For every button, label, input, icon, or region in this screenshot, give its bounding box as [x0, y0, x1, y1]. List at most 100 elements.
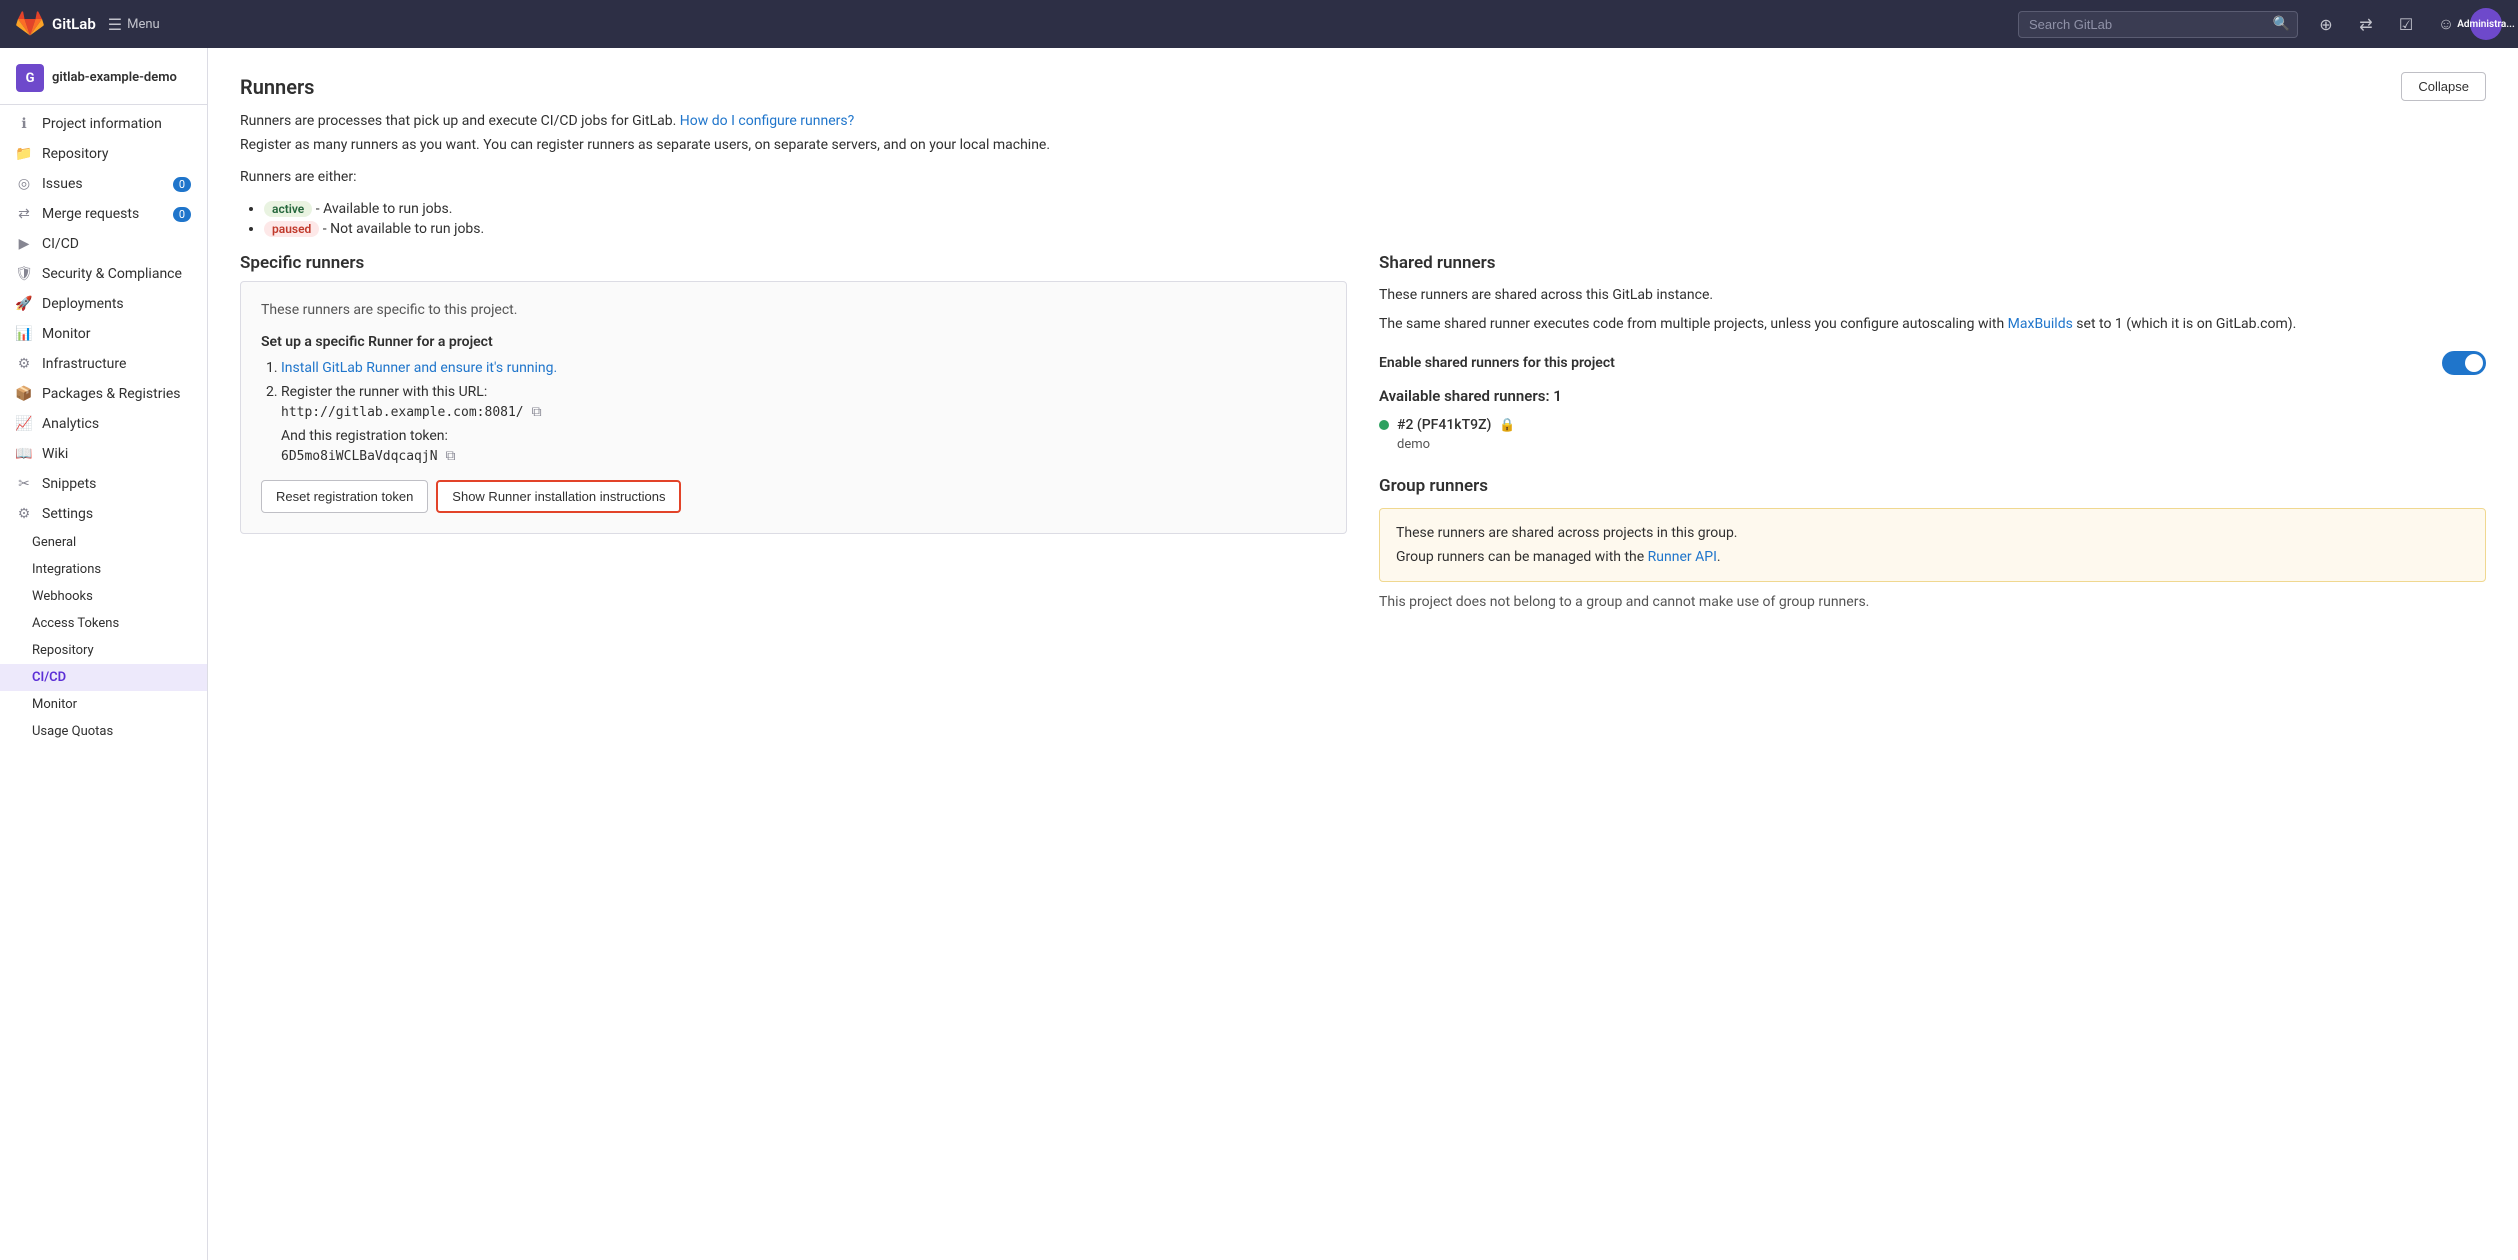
setup-title: Set up a specific Runner for a project	[261, 334, 1326, 350]
specific-runners-col: Specific runners These runners are speci…	[240, 253, 1347, 610]
sidebar-subitem-webhooks[interactable]: Webhooks	[0, 583, 207, 610]
repo-icon: 📁	[16, 146, 32, 162]
group-runners-box: These runners are shared across projects…	[1379, 508, 2486, 582]
topnav-icons: ⊕ ⇄ ☑ ☺ Administra...	[2310, 8, 2502, 40]
enable-shared-toggle[interactable]	[2442, 351, 2486, 375]
maxbuilds-link[interactable]: MaxBuilds	[2008, 316, 2073, 332]
available-runners-title: Available shared runners: 1	[1379, 387, 2486, 405]
issues-badge: 0	[173, 177, 191, 192]
sidebar-item-snippets[interactable]: ✂ Snippets	[0, 469, 207, 499]
specific-runners-box: These runners are specific to this proje…	[240, 281, 1347, 534]
sidebar-subitem-repository[interactable]: Repository	[0, 637, 207, 664]
shared-runners-desc1: These runners are shared across this Git…	[1379, 285, 2486, 306]
logo-text: GitLab	[52, 15, 96, 33]
plus-icon[interactable]: ⊕	[2310, 8, 2342, 40]
sidebar-item-issues[interactable]: ◎ Issues 0	[0, 169, 207, 199]
sidebar-item-monitor[interactable]: 📊 Monitor	[0, 319, 207, 349]
install-runner-link[interactable]: Install GitLab Runner and ensure it's ru…	[281, 360, 557, 376]
merge-badge: 0	[173, 207, 191, 222]
sidebar-item-deployments[interactable]: 🚀 Deployments	[0, 289, 207, 319]
runners-are-either: Runners are either:	[240, 169, 2486, 185]
main-content: Runners Collapse Runners are processes t…	[208, 48, 2518, 1260]
setup-step-2: Register the runner with this URL: http:…	[281, 384, 1326, 464]
specific-runners-title: Specific runners	[240, 253, 1347, 273]
topnav: GitLab ☰ Menu 🔍 ⊕ ⇄ ☑ ☺ Administra...	[0, 0, 2518, 48]
settings-nav-icon: ⚙	[16, 506, 32, 522]
copy-url-icon[interactable]: ⧉	[532, 404, 542, 420]
project-name: gitlab-example-demo	[52, 70, 177, 87]
paused-status-item: paused - Not available to run jobs.	[264, 221, 2486, 237]
search-wrap: 🔍	[2018, 11, 2298, 38]
active-badge: active	[264, 201, 312, 217]
runner-status-dot	[1379, 420, 1389, 430]
sidebar-item-analytics[interactable]: 📈 Analytics	[0, 409, 207, 439]
show-instructions-button[interactable]: Show Runner installation instructions	[436, 480, 681, 513]
runner-name: #2 (PF41kT9Z)	[1397, 417, 1491, 433]
registration-token: 6D5mo8iWCLBaVdqcaqjN	[281, 449, 438, 464]
gitlab-logo[interactable]: GitLab	[16, 10, 96, 38]
project-avatar: G	[16, 64, 44, 92]
sidebar-item-infrastructure[interactable]: ⚙ Infrastructure	[0, 349, 207, 379]
layout: G gitlab-example-demo ℹ Project informat…	[0, 48, 2518, 1260]
runner-item-1: #2 (PF41kT9Z) 🔒	[1379, 417, 2486, 433]
runner-url: http://gitlab.example.com:8081/	[281, 405, 524, 420]
runners-section: Runners Collapse Runners are processes t…	[240, 72, 2486, 610]
token-section: And this registration token: 6D5mo8iWCLB…	[281, 428, 1326, 464]
group-runners-text1: These runners are shared across projects…	[1396, 525, 2469, 541]
shared-runners-title: Shared runners	[1379, 253, 2486, 273]
runners-title: Runners	[240, 75, 314, 99]
collapse-button[interactable]: Collapse	[2401, 72, 2486, 101]
logo-icon	[16, 10, 44, 38]
paused-badge: paused	[264, 221, 319, 237]
issues-nav-icon: ◎	[16, 176, 32, 192]
group-runners-text2: Group runners can be managed with the Ru…	[1396, 549, 2469, 565]
menu-button[interactable]: ☰ Menu	[108, 15, 160, 34]
wiki-nav-icon: 📖	[16, 446, 32, 462]
avatar[interactable]: Administra...	[2470, 8, 2502, 40]
merge-request-icon[interactable]: ⇄	[2350, 8, 2382, 40]
sidebar-item-merge-requests[interactable]: ⇄ Merge requests 0	[0, 199, 207, 229]
merge-nav-icon: ⇄	[16, 206, 32, 222]
setup-step-1: Install GitLab Runner and ensure it's ru…	[281, 360, 1326, 376]
sidebar-item-project-information[interactable]: ℹ Project information	[0, 109, 207, 139]
sidebar: G gitlab-example-demo ℹ Project informat…	[0, 48, 208, 1260]
specific-runners-desc: These runners are specific to this proje…	[261, 302, 1326, 318]
sidebar-item-cicd[interactable]: ▶ CI/CD	[0, 229, 207, 259]
cicd-nav-icon: ▶	[16, 236, 32, 252]
sidebar-item-packages-registries[interactable]: 📦 Packages & Registries	[0, 379, 207, 409]
issues-icon[interactable]: ☑	[2390, 8, 2422, 40]
runners-description: Runners are processes that pick up and e…	[240, 113, 2486, 129]
configure-runners-link[interactable]: How do I configure runners?	[680, 113, 854, 129]
sidebar-subitem-cicd[interactable]: CI/CD	[0, 664, 207, 691]
snippets-nav-icon: ✂	[16, 476, 32, 492]
runners-header: Runners Collapse	[240, 72, 2486, 101]
reset-token-button[interactable]: Reset registration token	[261, 480, 428, 513]
monitor-nav-icon: 📊	[16, 326, 32, 342]
search-input[interactable]	[2018, 11, 2298, 38]
group-runners-title: Group runners	[1379, 476, 2486, 496]
infra-nav-icon: ⚙	[16, 356, 32, 372]
sidebar-item-repository[interactable]: 📁 Repository	[0, 139, 207, 169]
two-col-layout: Specific runners These runners are speci…	[240, 253, 2486, 610]
sidebar-subitem-usage-quotas[interactable]: Usage Quotas	[0, 718, 207, 745]
runner-lock-icon: 🔒	[1499, 418, 1515, 433]
token-row: 6D5mo8iWCLBaVdqcaqjN ⧉	[281, 448, 1326, 464]
url-row: http://gitlab.example.com:8081/ ⧉	[281, 404, 1326, 420]
sidebar-subitem-general[interactable]: General	[0, 529, 207, 556]
sidebar-subitem-integrations[interactable]: Integrations	[0, 556, 207, 583]
runner-buttons: Reset registration token Show Runner ins…	[261, 480, 1326, 513]
copy-token-icon[interactable]: ⧉	[446, 448, 456, 464]
sidebar-subitem-access-tokens[interactable]: Access Tokens	[0, 610, 207, 637]
shared-runners-desc2: The same shared runner executes code fro…	[1379, 314, 2486, 335]
deployments-nav-icon: 🚀	[16, 296, 32, 312]
sidebar-item-wiki[interactable]: 📖 Wiki	[0, 439, 207, 469]
runner-api-link[interactable]: Runner API	[1648, 549, 1717, 565]
sidebar-item-security-compliance[interactable]: 🛡 Security & Compliance	[0, 259, 207, 289]
search-icon: 🔍	[2273, 16, 2290, 32]
sidebar-subitem-monitor[interactable]: Monitor	[0, 691, 207, 718]
runners-status-list: active - Available to run jobs. paused -…	[240, 201, 2486, 237]
enable-shared-runners-row: Enable shared runners for this project	[1379, 351, 2486, 375]
security-nav-icon: 🛡	[16, 266, 32, 282]
sidebar-item-settings[interactable]: ⚙ Settings	[0, 499, 207, 529]
runners-info: Register as many runners as you want. Yo…	[240, 137, 2486, 153]
